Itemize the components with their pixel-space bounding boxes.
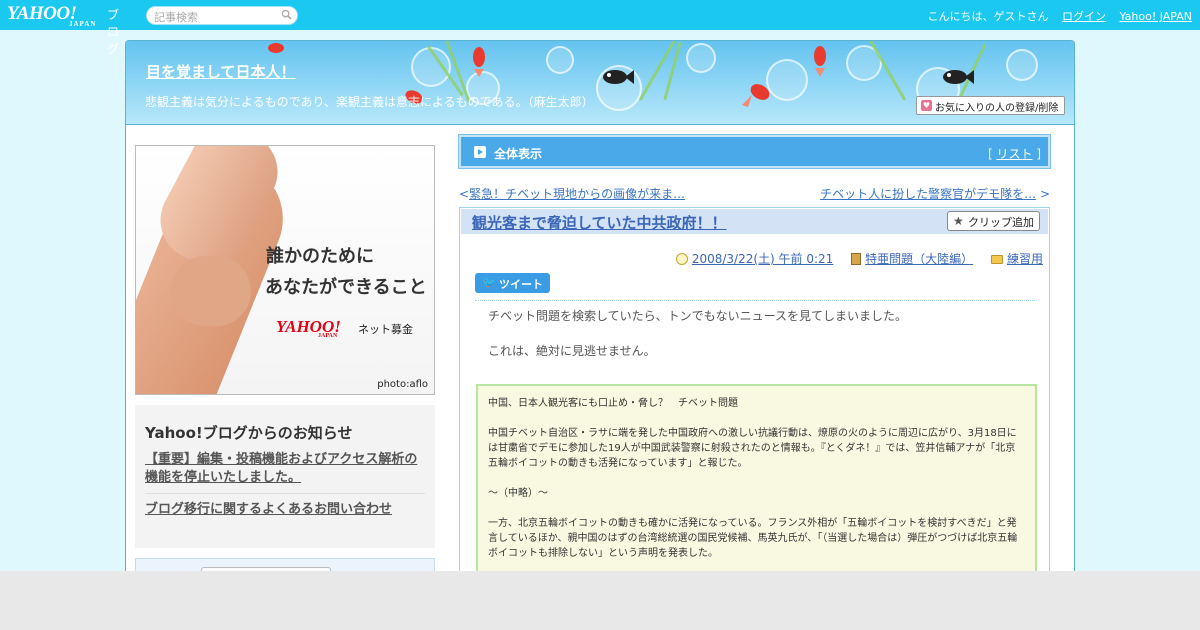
list-link-text[interactable]: リスト	[996, 147, 1032, 161]
quote-paragraph: 中国、日本人観光客にも口止め・脅し？ チベット問題	[488, 398, 738, 409]
article-date[interactable]: 2008/3/22(土) 午前 0:21	[675, 252, 833, 266]
article-category[interactable]: 特亜問題（大陸編）	[851, 252, 973, 266]
logo-text: YAHOO!	[7, 3, 77, 24]
article-body: チベット問題を検索していたら、トンでもないニュースを見てしまいました。 これは、…	[488, 308, 1028, 378]
tweet-button[interactable]: 🐦 ツイート	[475, 273, 550, 293]
greeting: こんにちは、ゲストさん	[927, 10, 1049, 23]
bubble-decoration	[546, 46, 574, 74]
article-date-text[interactable]: 2008/3/22(土) 午前 0:21	[692, 252, 833, 266]
play-icon	[474, 146, 486, 158]
view-all-bar: 全体表示 [ リスト ]	[459, 135, 1050, 168]
folder-icon	[990, 255, 1003, 264]
star-icon: ★	[953, 214, 964, 228]
article: 観光客まで脅迫していた中共政府！！ ★ クリップ追加 2008/3/22(土) …	[459, 207, 1050, 571]
quote-paragraph: ～（中略）～	[488, 488, 548, 499]
ad-photo-credit: photo:aflo	[377, 379, 428, 390]
favorite-register-button[interactable]: ♥ お気に入りの人の登録/削除	[916, 96, 1065, 115]
tweet-label: ツイート	[499, 278, 543, 291]
sidebar-widget	[135, 558, 435, 571]
ad-brand-sub: JAPAN	[318, 333, 338, 339]
blog-description: 悲観主義は気分によるものであり、楽観主義は意志によるものである。（麻生太郎）	[145, 95, 594, 109]
favorite-register-label: お気に入りの人の登録/削除	[935, 103, 1059, 114]
ad-service: ネット募金	[358, 323, 413, 336]
notice-heading: Yahoo!ブログからのお知らせ	[145, 424, 353, 442]
goldfish-icon	[473, 47, 485, 77]
black-fish-icon	[943, 70, 974, 84]
article-title[interactable]: 観光客まで脅迫していた中共政府！！	[472, 212, 727, 233]
prev-article-title[interactable]: 緊急！チベット現地からの画像が来ま…	[469, 187, 685, 201]
article-paragraph: これは、絶対に見逃せません。	[488, 344, 656, 358]
quote-paragraph: 一方、北京五輪ボイコットの動きも確かに活発になっている。フランス外相が「五輪ボイ…	[488, 518, 1018, 559]
page-footer-area	[0, 571, 1200, 630]
search-input[interactable]: 記事検索	[146, 6, 298, 25]
clip-add-button[interactable]: ★ クリップ追加	[947, 211, 1040, 231]
divider	[145, 493, 425, 494]
charity-banner-ad[interactable]: 誰かのために あなたができること YAHOO! JAPAN ネット募金 phot…	[135, 145, 435, 395]
notice-link-faq[interactable]: ブログ移行に関するよくあるお問い合わせ	[145, 501, 425, 523]
hand-image	[171, 256, 251, 326]
ad-brand-logo: YAHOO! JAPAN	[276, 317, 341, 339]
bubble-decoration	[686, 43, 716, 73]
logo-sub: JAPAN	[69, 20, 97, 28]
ad-headline-1: 誰かのために	[266, 246, 374, 267]
next-article-link[interactable]: チベット人に扮した警察官がデモ隊を… >	[820, 185, 1050, 202]
clock-icon	[675, 253, 688, 265]
blog-container: 目を覚まして日本人！ 悲観主義は気分によるものであり、楽観主義は意志によるもので…	[125, 40, 1075, 571]
divider	[475, 300, 1035, 301]
top-links: こんにちは、ゲストさん ログイン Yahoo! JAPAN	[917, 8, 1192, 24]
notice-box: Yahoo!ブログからのお知らせ 【重要】編集・投稿機能およびアクセス解析の機能…	[135, 405, 435, 548]
goldfish-icon	[742, 84, 770, 107]
view-all-label[interactable]: 全体表示	[494, 145, 542, 162]
yahoo-blog-logo[interactable]: YAHOO! JAPAN ブログ	[7, 3, 119, 56]
goldfish-icon	[814, 46, 826, 77]
list-link: [ リスト ]	[987, 147, 1041, 161]
search-placeholder: 記事検索	[154, 11, 198, 24]
goldfish-icon	[268, 43, 284, 53]
blog-title[interactable]: 目を覚まして日本人！	[146, 61, 296, 82]
quoted-news: 中国、日本人観光客にも口止め・脅し？ チベット問題 中国チベット自治区・ラサに端…	[476, 384, 1037, 571]
bubble-decoration	[1006, 49, 1038, 81]
login-link[interactable]: ログイン	[1062, 10, 1106, 23]
blog-header: 目を覚まして日本人！ 悲観主義は気分によるものであり、楽観主義は意志によるもので…	[126, 41, 1074, 125]
book-icon	[851, 253, 862, 265]
article-category-text[interactable]: 特亜問題（大陸編）	[865, 252, 973, 266]
yahoo-japan-link[interactable]: Yahoo! JAPAN	[1119, 10, 1192, 23]
next-article-title[interactable]: チベット人に扮した警察官がデモ隊を…	[820, 187, 1036, 201]
quote-paragraph: 中国チベット自治区・ラサに端を発した中国政府への激しい抗議行動は、燎原の火のよう…	[488, 428, 1017, 469]
black-fish-icon	[603, 70, 634, 84]
clip-add-label: クリップ追加	[968, 216, 1034, 229]
article-folder[interactable]: 練習用	[990, 252, 1043, 266]
heart-icon: ♥	[921, 100, 932, 111]
article-folder-text[interactable]: 練習用	[1007, 252, 1043, 266]
logo-blog: ブログ	[107, 8, 120, 56]
article-paragraph: チベット問題を検索していたら、トンでもないニュースを見てしまいました。	[488, 309, 908, 323]
top-bar: YAHOO! JAPAN ブログ 記事検索 こんにちは、ゲストさん ログイン Y…	[0, 0, 1200, 56]
search-icon[interactable]	[281, 9, 292, 20]
ad-headline-2: あなたができること	[265, 277, 427, 298]
prev-article-link[interactable]: <緊急！チベット現地からの画像が来ま…	[459, 185, 685, 202]
article-title-bar: 観光客まで脅迫していた中共政府！！ ★ クリップ追加	[461, 209, 1048, 234]
article-meta: 2008/3/22(土) 午前 0:21 特亜問題（大陸編） 練習用	[662, 250, 1043, 267]
notice-link-important[interactable]: 【重要】編集・投稿機能およびアクセス解析の機能を停止いたしました。	[145, 451, 425, 491]
twitter-bird-icon: 🐦	[482, 276, 496, 289]
